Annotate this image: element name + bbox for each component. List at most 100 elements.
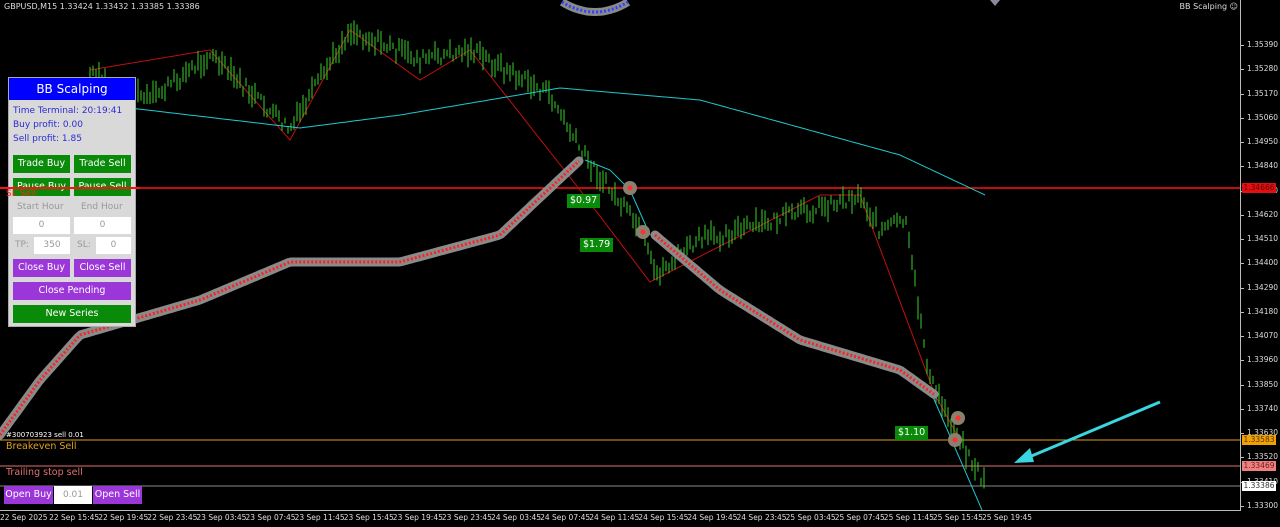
open-buy-button[interactable]: Open Buy xyxy=(4,486,53,504)
buy-profit: Buy profit: 0.00 xyxy=(13,120,83,130)
price-tick-label: 1.35390 xyxy=(1247,40,1279,49)
open-sell-button[interactable]: Open Sell xyxy=(93,486,142,504)
price-tick-mark xyxy=(1240,69,1244,71)
new-series-button[interactable]: New Series xyxy=(13,305,131,323)
price-tick-mark xyxy=(1240,45,1244,46)
trade-sell-button[interactable]: Trade Sell xyxy=(74,155,131,173)
start-hour-input[interactable]: 0 xyxy=(13,217,70,234)
ea-name-label: BB Scalping ☺ xyxy=(1179,2,1238,11)
price-tick-mark xyxy=(1240,166,1244,168)
time-tick-label: 24 Sep 11:45 xyxy=(589,513,640,522)
price-tick-mark xyxy=(1240,239,1244,241)
time-terminal: Time Terminal: 20:19:41 xyxy=(13,106,123,116)
time-tick-label: 22 Sep 2025 xyxy=(0,513,48,522)
band-line xyxy=(559,0,631,16)
trailing-price-label: 1.33469 xyxy=(1242,461,1276,471)
sl-label: SL: xyxy=(77,240,91,250)
time-tick-label: 24 Sep 07:45 xyxy=(540,513,591,522)
time-tick-label: 25 Sep 03:45 xyxy=(785,513,836,522)
bid-price-label: 1.33386 xyxy=(1242,481,1276,491)
trade-marker-dot xyxy=(955,415,961,421)
price-tick-label: 1.33960 xyxy=(1247,355,1279,365)
pointer-arrowhead-icon xyxy=(1014,448,1034,463)
breakeven-price-label: 1.33583 xyxy=(1242,435,1276,445)
price-tick-label: 1.35170 xyxy=(1247,88,1279,98)
time-tick-label: 23 Sep 03:45 xyxy=(196,513,247,522)
profit-label: $0.97 xyxy=(567,194,601,208)
symbol-info: GBPUSD,M15 1.33424 1.33432 1.33385 1.333… xyxy=(4,2,200,11)
lot-size-input[interactable]: 0.01 xyxy=(54,486,92,504)
trade-buy-button[interactable]: Trade Buy xyxy=(13,155,70,173)
end-hour-input[interactable]: 0 xyxy=(74,217,131,234)
price-tick-label: 1.34070 xyxy=(1247,331,1279,341)
price-tick-label: 1.33740 xyxy=(1247,403,1279,413)
start-hour-label: Start Hour xyxy=(17,202,64,212)
price-tick-mark xyxy=(1240,505,1244,507)
time-tick-label: 25 Sep 15:45 xyxy=(932,513,983,522)
trade-marker-dot xyxy=(627,185,633,191)
time-axis-border xyxy=(0,510,1241,511)
price-tick-label: 1.34950 xyxy=(1247,137,1279,147)
bb-scalping-panel: BB Scalping Time Terminal: 20:19:41 Buy … xyxy=(8,77,136,327)
price-tick-mark xyxy=(1240,142,1244,144)
time-tick-label: 25 Sep 11:45 xyxy=(883,513,934,522)
tp-input[interactable]: 350 xyxy=(34,237,70,254)
time-tick-label: 23 Sep 15:45 xyxy=(343,513,394,522)
time-tick-label: 23 Sep 07:45 xyxy=(245,513,296,522)
sell-profit: Sell profit: 1.85 xyxy=(13,134,82,144)
price-tick-mark xyxy=(1240,433,1244,435)
time-tick-label: 22 Sep 19:45 xyxy=(98,513,149,522)
price-tick-mark xyxy=(1240,214,1244,216)
price-tick-label: 1.34620 xyxy=(1247,209,1279,219)
close-buy-button[interactable]: Close Buy xyxy=(13,259,70,277)
price-tick-label: 1.35060 xyxy=(1247,112,1279,122)
time-tick-label: 24 Sep 15:45 xyxy=(638,513,689,522)
pointer-arrow-icon xyxy=(1021,400,1161,462)
sl-price-label: 1.34666 xyxy=(1242,183,1276,193)
price-tick-mark xyxy=(1240,336,1244,338)
zigzag-line xyxy=(89,29,961,441)
price-tick-mark xyxy=(1240,263,1244,265)
price-tick-mark xyxy=(1240,408,1244,410)
marker-triangle-icon xyxy=(990,0,1000,6)
time-tick-label: 24 Sep 03:45 xyxy=(491,513,542,522)
price-tick-label: 1.33850 xyxy=(1247,379,1279,389)
time-tick-label: 25 Sep 19:45 xyxy=(982,513,1033,522)
price-tick-mark xyxy=(1240,311,1244,313)
time-tick-label: 23 Sep 23:45 xyxy=(441,513,492,522)
time-tick-label: 24 Sep 23:45 xyxy=(736,513,787,522)
close-sell-button[interactable]: Close Sell xyxy=(74,259,131,277)
time-tick-label: 24 Sep 19:45 xyxy=(687,513,738,522)
panel-title: BB Scalping xyxy=(9,78,135,100)
time-tick-label: 22 Sep 23:45 xyxy=(147,513,198,522)
time-tick-label: 23 Sep 19:45 xyxy=(392,513,443,522)
price-chart[interactable] xyxy=(0,0,1240,510)
time-tick-label: 25 Sep 07:45 xyxy=(834,513,885,522)
price-tick-mark xyxy=(1240,287,1244,289)
trend-line xyxy=(929,389,983,510)
time-tick-label: 22 Sep 15:45 xyxy=(49,513,100,522)
price-tick-label: 1.33300 xyxy=(1247,500,1279,510)
sl-sell-label: SL Sell xyxy=(6,189,36,199)
price-tick-label: 1.34400 xyxy=(1247,258,1279,268)
sl-input[interactable]: 0 xyxy=(96,237,131,254)
band-line xyxy=(650,230,939,399)
price-tick-mark xyxy=(1240,360,1244,362)
tp-label: TP: xyxy=(15,240,29,250)
price-tick-mark xyxy=(1240,117,1244,119)
trailing-stop-label: Trailing stop sell xyxy=(6,467,83,478)
close-pending-button[interactable]: Close Pending xyxy=(13,282,131,300)
price-tick-label: 1.35280 xyxy=(1247,64,1279,74)
profit-label: $1.79 xyxy=(580,238,614,252)
end-hour-label: End Hour xyxy=(81,202,123,212)
breakeven-sell-label: Breakeven Sell xyxy=(6,441,77,452)
price-tick-mark xyxy=(1240,457,1244,459)
trade-marker-dot xyxy=(640,229,646,235)
price-tick-label: 1.34840 xyxy=(1247,161,1279,171)
price-tick-label: 1.34180 xyxy=(1247,306,1279,316)
price-tick-label: 1.34290 xyxy=(1247,282,1279,292)
time-tick-label: 23 Sep 11:45 xyxy=(294,513,345,522)
profit-label: $1.10 xyxy=(895,426,929,440)
order-label: #300703923 sell 0.01 xyxy=(6,431,84,439)
price-tick-mark xyxy=(1240,93,1244,95)
